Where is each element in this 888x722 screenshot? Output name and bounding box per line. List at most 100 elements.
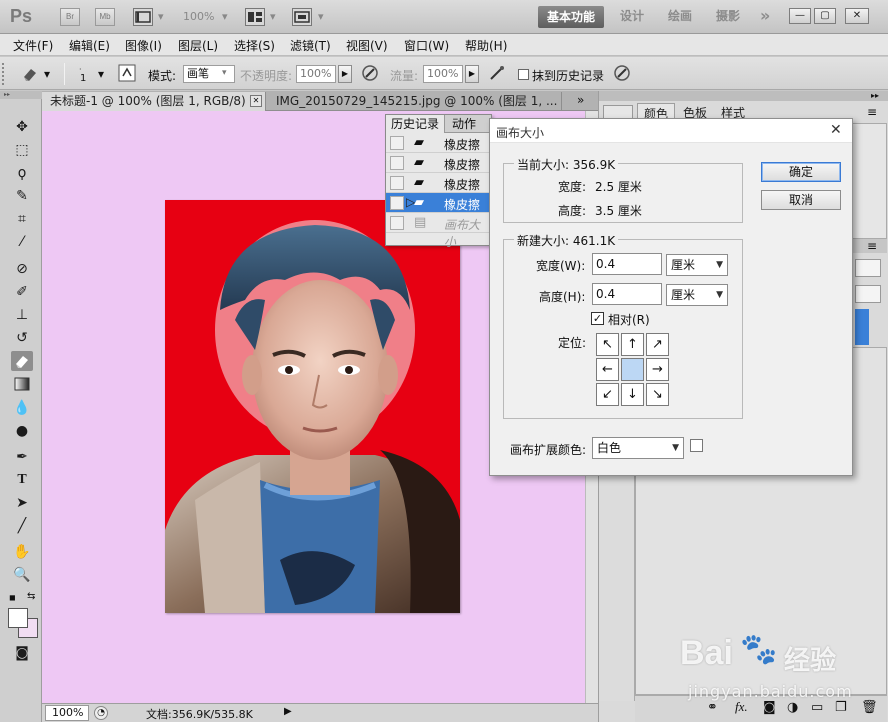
menu-window[interactable]: 窗口(W): [404, 37, 449, 54]
brush-panel-icon[interactable]: [117, 64, 137, 84]
history-brush-source-box[interactable]: [390, 196, 404, 210]
relative-checkbox[interactable]: ✓: [591, 312, 604, 325]
chevron-down-icon[interactable]: ▾: [98, 67, 104, 81]
restore-button[interactable]: ▢: [814, 8, 836, 24]
panel-menu-icon[interactable]: ≡: [867, 105, 877, 119]
dodge-tool-icon[interactable]: ●: [11, 421, 33, 441]
menu-edit[interactable]: 编辑(E): [69, 37, 110, 54]
airbrush-icon[interactable]: [487, 64, 507, 84]
chevron-down-icon[interactable]: ▾: [44, 67, 50, 81]
history-brush-source-box[interactable]: [390, 156, 404, 170]
tablet-pressure-size-icon[interactable]: [612, 64, 632, 84]
more-workspaces-icon[interactable]: »: [752, 6, 778, 28]
blur-tool-icon[interactable]: 💧: [11, 398, 33, 418]
eraser-tool-icon[interactable]: [11, 351, 33, 371]
gradient-tool-icon[interactable]: [11, 374, 33, 394]
clone-stamp-tool-icon[interactable]: ⊥: [11, 305, 33, 325]
anchor-left[interactable]: ←: [596, 358, 619, 381]
chevron-down-icon[interactable]: ▾: [222, 68, 227, 78]
screen-mode-button[interactable]: [292, 8, 312, 26]
minimize-button[interactable]: —: [789, 8, 811, 24]
layers-opacity-dropdown[interactable]: [855, 285, 881, 303]
extension-color-swatch[interactable]: [690, 439, 703, 452]
width-unit-select[interactable]: 厘米 ▼: [666, 254, 728, 276]
tab-actions[interactable]: 动作: [448, 115, 480, 133]
history-item[interactable]: ▤ 画布大小: [386, 213, 491, 249]
history-item[interactable]: ▰ 橡皮擦: [386, 133, 491, 153]
anchor-bottom-right[interactable]: ↘: [646, 383, 669, 406]
new-height-input[interactable]: 0.4: [592, 283, 662, 305]
mode-select[interactable]: 画笔: [183, 65, 235, 83]
tablet-pressure-opacity-icon[interactable]: [360, 64, 380, 84]
anchor-right[interactable]: →: [646, 358, 669, 381]
status-arrow-icon[interactable]: ▶: [284, 706, 292, 717]
menu-filter[interactable]: 滤镜(T): [290, 37, 331, 54]
close-icon[interactable]: ✕: [250, 95, 262, 107]
tab-img-20150729[interactable]: IMG_20150729_145215.jpg @ 100% (图层 1, ..…: [268, 92, 562, 111]
tools-panel-collapse-icon[interactable]: ▸▸: [0, 91, 42, 99]
path-selection-tool-icon[interactable]: ➤: [11, 493, 33, 513]
workspace-essentials[interactable]: 基本功能: [538, 6, 604, 28]
foreground-color-swatch[interactable]: [8, 608, 28, 628]
status-info-icon[interactable]: ◔: [94, 706, 108, 720]
healing-brush-tool-icon[interactable]: ⊘: [11, 259, 33, 279]
extension-color-select[interactable]: 白色 ▼: [592, 437, 684, 459]
view-extras-button[interactable]: [133, 8, 153, 26]
anchor-bottom[interactable]: ↓: [621, 383, 644, 406]
layer-selected-row[interactable]: [855, 309, 869, 345]
chevron-down-icon[interactable]: ▾: [158, 10, 164, 23]
chevron-down-icon[interactable]: ▾: [222, 10, 228, 23]
eraser-preset-icon[interactable]: [20, 64, 40, 84]
flow-arrow-icon[interactable]: ▶: [465, 65, 479, 83]
zoom-field[interactable]: 100%: [45, 705, 89, 721]
anchor-center[interactable]: [621, 358, 644, 381]
workspace-design[interactable]: 设计: [612, 6, 652, 28]
opacity-arrow-icon[interactable]: ▶: [338, 65, 352, 83]
anchor-bottom-left[interactable]: ↙: [596, 383, 619, 406]
options-grip[interactable]: [2, 63, 6, 85]
history-item[interactable]: ▰ 橡皮擦: [386, 153, 491, 173]
anchor-top[interactable]: ↑: [621, 333, 644, 356]
erase-to-history-checkbox[interactable]: [518, 69, 529, 80]
crop-tool-icon[interactable]: ⌗: [11, 209, 33, 229]
arrange-documents-button[interactable]: [245, 8, 265, 26]
layers-blend-dropdown[interactable]: [855, 259, 881, 277]
menu-view[interactable]: 视图(V): [346, 37, 388, 54]
history-brush-tool-icon[interactable]: ↺: [11, 328, 33, 348]
brush-size[interactable]: 1: [80, 73, 86, 84]
zoom-tool-icon[interactable]: 🔍: [11, 565, 33, 585]
line-tool-icon[interactable]: ╱: [11, 516, 33, 536]
flow-input[interactable]: 100%: [423, 65, 463, 83]
bridge-button[interactable]: Br: [60, 8, 80, 26]
menu-layer[interactable]: 图层(L): [178, 37, 218, 54]
tab-untitled-1[interactable]: 未标题-1 @ 100% (图层 1, RGB/8) *: [42, 92, 266, 111]
history-brush-source-box[interactable]: [390, 176, 404, 190]
cancel-button[interactable]: 取消: [761, 190, 841, 210]
quick-selection-tool-icon[interactable]: ✎: [11, 186, 33, 206]
history-brush-source-box[interactable]: [390, 136, 404, 150]
close-button[interactable]: ✕: [845, 8, 869, 24]
hand-tool-icon[interactable]: ✋: [11, 542, 33, 562]
swap-colors-icon[interactable]: ⇆: [27, 591, 35, 602]
mini-bridge-button[interactable]: Mb: [95, 8, 115, 26]
default-colors-icon[interactable]: ◼: [9, 593, 16, 602]
marquee-tool-icon[interactable]: ⬚: [11, 140, 33, 160]
zoom-level[interactable]: 100%: [183, 10, 214, 23]
workspace-painting[interactable]: 绘画: [660, 6, 700, 28]
eyedropper-tool-icon[interactable]: ⁄: [11, 232, 33, 252]
menu-select[interactable]: 选择(S): [234, 37, 275, 54]
more-tabs-icon[interactable]: »: [577, 93, 584, 107]
history-brush-source-box[interactable]: [390, 216, 404, 230]
anchor-top-right[interactable]: ↗: [646, 333, 669, 356]
opacity-input[interactable]: 100%: [296, 65, 336, 83]
menu-image[interactable]: 图像(I): [125, 37, 162, 54]
lasso-tool-icon[interactable]: ϙ: [11, 163, 33, 183]
tab-history[interactable]: 历史记录: [386, 115, 446, 133]
dialog-title-bar[interactable]: 画布大小 ✕: [490, 119, 852, 143]
menu-file[interactable]: 文件(F): [13, 37, 53, 54]
history-item-selected[interactable]: ▷ ▰ 橡皮擦: [386, 193, 491, 213]
close-icon[interactable]: ✕: [830, 122, 842, 138]
type-tool-icon[interactable]: T: [11, 470, 33, 490]
menu-help[interactable]: 帮助(H): [465, 37, 507, 54]
new-width-input[interactable]: 0.4: [592, 253, 662, 275]
